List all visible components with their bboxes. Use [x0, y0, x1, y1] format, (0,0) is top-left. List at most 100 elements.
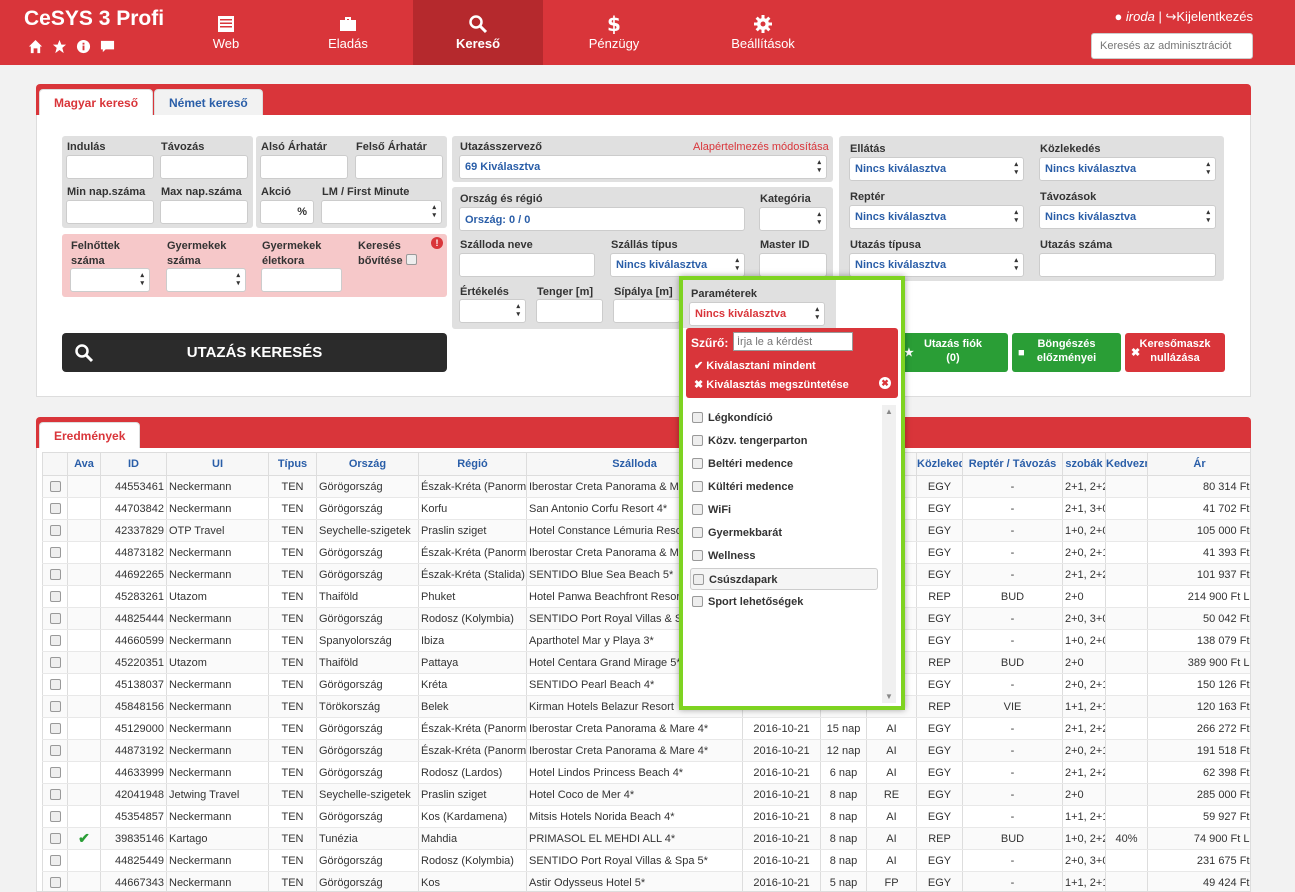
- filter-input[interactable]: [733, 332, 853, 351]
- option-checkbox[interactable]: [692, 504, 703, 515]
- table-row[interactable]: 45129000 Neckermann TEN Görögország Észak-Kr…: [42, 717, 1250, 740]
- column-header[interactable]: Reptér / Távozás: [962, 452, 1063, 476]
- adults-select[interactable]: [70, 268, 150, 292]
- option-checkbox[interactable]: [692, 596, 703, 607]
- reset-mask-button[interactable]: ✖ Keresőmaszk nullázása: [1125, 333, 1225, 372]
- table-row[interactable]: 44873182 Neckermann TEN Görögország Észak-Kr…: [42, 541, 1250, 564]
- parameter-option[interactable]: Légkondíció: [690, 407, 878, 429]
- transport-select[interactable]: Nincs kiválasztva: [1039, 157, 1216, 181]
- row-checkbox[interactable]: [49, 745, 61, 757]
- ski-input[interactable]: [613, 299, 680, 323]
- trip-type-select[interactable]: Nincs kiválasztva: [849, 253, 1024, 277]
- table-row[interactable]: 44633999 Neckermann TEN Görögország Rodosz (…: [42, 761, 1250, 784]
- option-checkbox[interactable]: [692, 412, 703, 423]
- scroll-down-icon[interactable]: ▼: [885, 692, 893, 701]
- price-max-input[interactable]: [355, 155, 443, 179]
- table-row[interactable]: 45283261 Utazom TEN Thaiföld Phuket Hotel Pan…: [42, 585, 1250, 608]
- table-row[interactable]: 45138037 Neckermann TEN Görögország Kréta SEN…: [42, 673, 1250, 696]
- column-header[interactable]: Régió: [418, 452, 527, 476]
- tab-hungarian-search[interactable]: Magyar kereső: [39, 89, 154, 116]
- table-row[interactable]: 44692265 Neckermann TEN Görögország Észak-Kr…: [42, 563, 1250, 586]
- table-row[interactable]: 44873192 Neckermann TEN Görögország Észak-Kr…: [42, 739, 1250, 762]
- column-header[interactable]: Közlekedés: [916, 452, 963, 476]
- column-header[interactable]: UI: [166, 452, 269, 476]
- user-name[interactable]: iroda: [1126, 9, 1155, 24]
- option-checkbox[interactable]: [692, 527, 703, 538]
- promo-input[interactable]: %: [260, 200, 314, 224]
- option-checkbox[interactable]: [692, 458, 703, 469]
- children-select[interactable]: [166, 268, 246, 292]
- child-age-input[interactable]: [261, 268, 342, 292]
- chat-icon[interactable]: [100, 39, 115, 54]
- trip-number-input[interactable]: [1039, 253, 1216, 277]
- parameter-option[interactable]: Közv. tengerparton: [690, 430, 878, 452]
- table-row[interactable]: ✔ 39835146 Kartago TEN Tunézia Mahdia PRIMASOL…: [42, 827, 1250, 850]
- nav-web[interactable]: Web: [161, 0, 291, 65]
- option-checkbox[interactable]: [692, 435, 703, 446]
- row-checkbox[interactable]: [49, 657, 61, 669]
- master-id-input[interactable]: [759, 253, 827, 277]
- parameter-option[interactable]: Kültéri medence: [690, 476, 878, 498]
- table-row[interactable]: 44825444 Neckermann TEN Görögország Rodosz (…: [42, 607, 1250, 630]
- star-icon[interactable]: [52, 39, 67, 54]
- category-select[interactable]: [759, 207, 827, 231]
- row-checkbox[interactable]: [49, 877, 61, 889]
- extend-search-checkbox[interactable]: [406, 254, 417, 265]
- row-checkbox[interactable]: [49, 723, 61, 735]
- column-header[interactable]: szobák: [1062, 452, 1106, 476]
- min-nights-input[interactable]: [66, 200, 154, 224]
- table-row[interactable]: 44667343 Neckermann TEN Görögország Kos Astir…: [42, 871, 1250, 891]
- row-checkbox[interactable]: [49, 679, 61, 691]
- column-header[interactable]: ID: [100, 452, 167, 476]
- home-icon[interactable]: [28, 39, 43, 54]
- departures-select[interactable]: Nincs kiválasztva: [1039, 205, 1216, 229]
- reset-defaults-link[interactable]: Alapértelmezés módosítása: [693, 141, 829, 153]
- max-nights-input[interactable]: [160, 200, 248, 224]
- table-row[interactable]: 44703842 Neckermann TEN Görögország Korfu San…: [42, 497, 1250, 520]
- parameter-option[interactable]: Sport lehetőségek: [690, 591, 878, 613]
- rating-select[interactable]: [459, 299, 526, 323]
- parameter-option[interactable]: WiFi: [690, 499, 878, 521]
- operator-select[interactable]: 69 Kiválasztva: [459, 155, 827, 179]
- row-checkbox[interactable]: [49, 591, 61, 603]
- deselect-all-link[interactable]: ✖ Kiválasztás megszüntetése: [694, 378, 849, 391]
- row-checkbox[interactable]: [49, 613, 61, 625]
- row-checkbox[interactable]: [49, 701, 61, 713]
- history-button[interactable]: ■ Böngészés előzményei: [1012, 333, 1121, 372]
- row-checkbox[interactable]: [49, 635, 61, 647]
- table-row[interactable]: 45354857 Neckermann TEN Görögország Kos (Kar…: [42, 805, 1250, 828]
- accommodation-select[interactable]: Nincs kiválasztva: [610, 253, 745, 277]
- options-scrollbar[interactable]: ▲ ▼: [882, 405, 896, 703]
- column-header[interactable]: Típus: [268, 452, 317, 476]
- column-header[interactable]: Ár: [1147, 452, 1250, 476]
- row-checkbox[interactable]: [49, 833, 61, 845]
- table-row[interactable]: 44825449 Neckermann TEN Görögország Rodosz (…: [42, 849, 1250, 872]
- trip-folder-button[interactable]: ★ Utazás fiók (0): [898, 333, 1008, 372]
- parameters-select[interactable]: Nincs kiválasztva: [689, 302, 825, 326]
- return-input[interactable]: [160, 155, 248, 179]
- table-row[interactable]: 44553461 Neckermann TEN Görögország Észak-Kr…: [42, 475, 1250, 498]
- table-row[interactable]: 44660599 Neckermann TEN Spanyolország Ibiza A…: [42, 629, 1250, 652]
- tab-german-search[interactable]: Német kereső: [154, 89, 263, 116]
- tab-results[interactable]: Eredmények: [39, 422, 141, 449]
- parameter-option[interactable]: Wellness: [690, 545, 878, 567]
- board-select[interactable]: Nincs kiválasztva: [849, 157, 1024, 181]
- option-checkbox[interactable]: [692, 550, 703, 561]
- option-checkbox[interactable]: [692, 481, 703, 492]
- admin-search-input[interactable]: [1091, 33, 1253, 59]
- parameter-option[interactable]: Beltéri medence: [690, 453, 878, 475]
- departure-input[interactable]: [66, 155, 154, 179]
- airport-select[interactable]: Nincs kiválasztva: [849, 205, 1024, 229]
- table-row[interactable]: 45848156 Neckermann TEN Törökország Belek Kir…: [42, 695, 1250, 718]
- parameter-option[interactable]: Gyermekbarát: [690, 522, 878, 544]
- scroll-up-icon[interactable]: ▲: [885, 407, 893, 416]
- row-checkbox[interactable]: [49, 547, 61, 559]
- table-row[interactable]: 42337829 OTP Travel TEN Seychelle-szigetek P…: [42, 519, 1250, 542]
- row-checkbox[interactable]: [49, 525, 61, 537]
- row-checkbox[interactable]: [49, 503, 61, 515]
- select-all-link[interactable]: ✔ Kiválasztani mindent: [694, 359, 816, 372]
- row-checkbox[interactable]: [49, 767, 61, 779]
- column-header[interactable]: Ava: [67, 452, 101, 476]
- row-checkbox[interactable]: [49, 481, 61, 493]
- close-circle-icon[interactable]: ✖: [879, 377, 891, 389]
